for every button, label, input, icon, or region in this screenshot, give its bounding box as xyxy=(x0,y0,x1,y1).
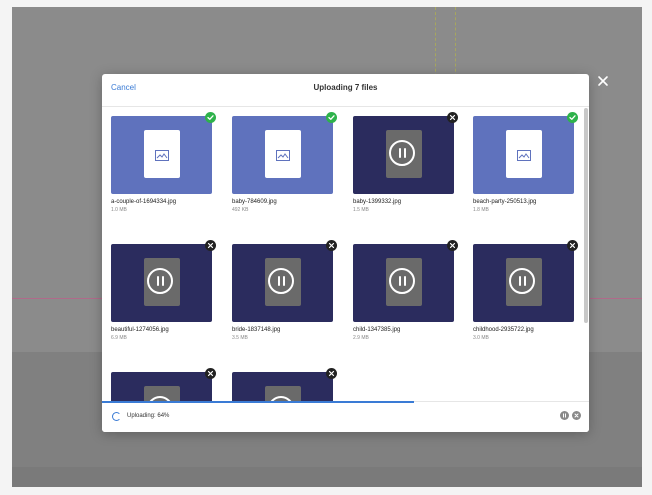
file-size: 2.9 MB xyxy=(353,335,369,341)
pause-icon[interactable] xyxy=(389,140,415,166)
file-size: 3.5 MB xyxy=(232,335,248,341)
check-icon xyxy=(567,112,578,123)
remove-icon[interactable] xyxy=(567,240,578,251)
file-name: beach-party-250513.jpg xyxy=(473,199,537,205)
file-thumbnail xyxy=(111,240,216,322)
cancel-all-icon[interactable] xyxy=(572,411,581,420)
file-preview xyxy=(265,130,301,178)
file-size: 1.0 MB xyxy=(111,207,127,213)
progress-bar xyxy=(102,401,414,403)
file-tile[interactable] xyxy=(111,368,216,401)
pause-icon[interactable] xyxy=(389,268,415,294)
file-tile[interactable]: baby-784609.jpg 492 KB xyxy=(232,112,337,213)
file-name: bride-1837148.jpg xyxy=(232,327,281,333)
file-name: baby-1399332.jpg xyxy=(353,199,402,205)
file-thumbnail xyxy=(353,240,458,322)
remove-icon[interactable] xyxy=(447,240,458,251)
file-name: a-couple-of-1694334.jpg xyxy=(111,199,177,205)
file-size: 6.9 MB xyxy=(111,335,127,341)
file-name: childhood-2935722.jpg xyxy=(473,327,534,333)
pause-icon[interactable] xyxy=(509,268,535,294)
file-tile[interactable]: child-1347385.jpg 2.9 MB xyxy=(353,240,458,341)
guide-line-horizontal xyxy=(12,298,102,299)
close-icon[interactable] xyxy=(597,75,613,91)
pause-icon[interactable] xyxy=(147,268,173,294)
file-thumbnail xyxy=(111,368,216,401)
file-name: child-1347385.jpg xyxy=(353,327,401,333)
file-size: 3.0 MB xyxy=(473,335,489,341)
pause-all-icon[interactable] xyxy=(560,411,569,420)
image-icon xyxy=(276,148,290,166)
file-tile[interactable]: baby-1399332.jpg 1.5 MB xyxy=(353,112,458,213)
file-thumbnail xyxy=(111,112,216,194)
background-footer-strip xyxy=(12,467,642,487)
file-tile[interactable]: a-couple-of-1694334.jpg 1.0 MB xyxy=(111,112,216,213)
file-size: 492 KB xyxy=(232,207,249,213)
pause-icon[interactable] xyxy=(268,268,294,294)
check-icon xyxy=(326,112,337,123)
status-text: Uploading: 64% xyxy=(127,413,170,419)
file-preview xyxy=(506,130,542,178)
dialog-title: Uploading 7 files xyxy=(313,83,378,92)
remove-icon[interactable] xyxy=(205,368,216,379)
file-grid: a-couple-of-1694334.jpg 1.0 MB baby-784609… xyxy=(102,107,589,401)
file-thumbnail xyxy=(232,368,337,401)
file-thumbnail xyxy=(232,240,337,322)
file-thumbnail xyxy=(473,240,578,322)
file-tile[interactable] xyxy=(232,368,337,401)
file-tile[interactable]: beautiful-1274056.jpg 6.9 MB xyxy=(111,240,216,341)
file-tile[interactable]: bride-1837148.jpg 3.5 MB xyxy=(232,240,337,341)
guide-line-horizontal xyxy=(590,298,642,299)
check-icon xyxy=(205,112,216,123)
file-size: 1.5 MB xyxy=(353,207,369,213)
file-name: beautiful-1274056.jpg xyxy=(111,327,169,333)
file-thumbnail xyxy=(353,112,458,194)
spinner-icon xyxy=(112,412,121,421)
file-tile[interactable]: childhood-2935722.jpg 3.0 MB xyxy=(473,240,578,341)
file-name: baby-784609.jpg xyxy=(232,199,277,205)
file-thumbnail xyxy=(473,112,578,194)
image-icon xyxy=(517,148,531,166)
dialog-header: Cancel Uploading 7 files xyxy=(102,74,589,107)
file-preview xyxy=(144,130,180,178)
file-thumbnail xyxy=(232,112,337,194)
remove-icon[interactable] xyxy=(205,240,216,251)
image-icon xyxy=(155,148,169,166)
scrollbar[interactable] xyxy=(584,108,588,323)
status-bar: Uploading: 64% xyxy=(102,401,589,432)
upload-dialog: Cancel Uploading 7 files a-couple-of-169… xyxy=(102,74,589,432)
remove-icon[interactable] xyxy=(326,240,337,251)
file-tile[interactable]: beach-party-250513.jpg 1.8 MB xyxy=(473,112,578,213)
remove-icon[interactable] xyxy=(447,112,458,123)
remove-icon[interactable] xyxy=(326,368,337,379)
file-size: 1.8 MB xyxy=(473,207,489,213)
